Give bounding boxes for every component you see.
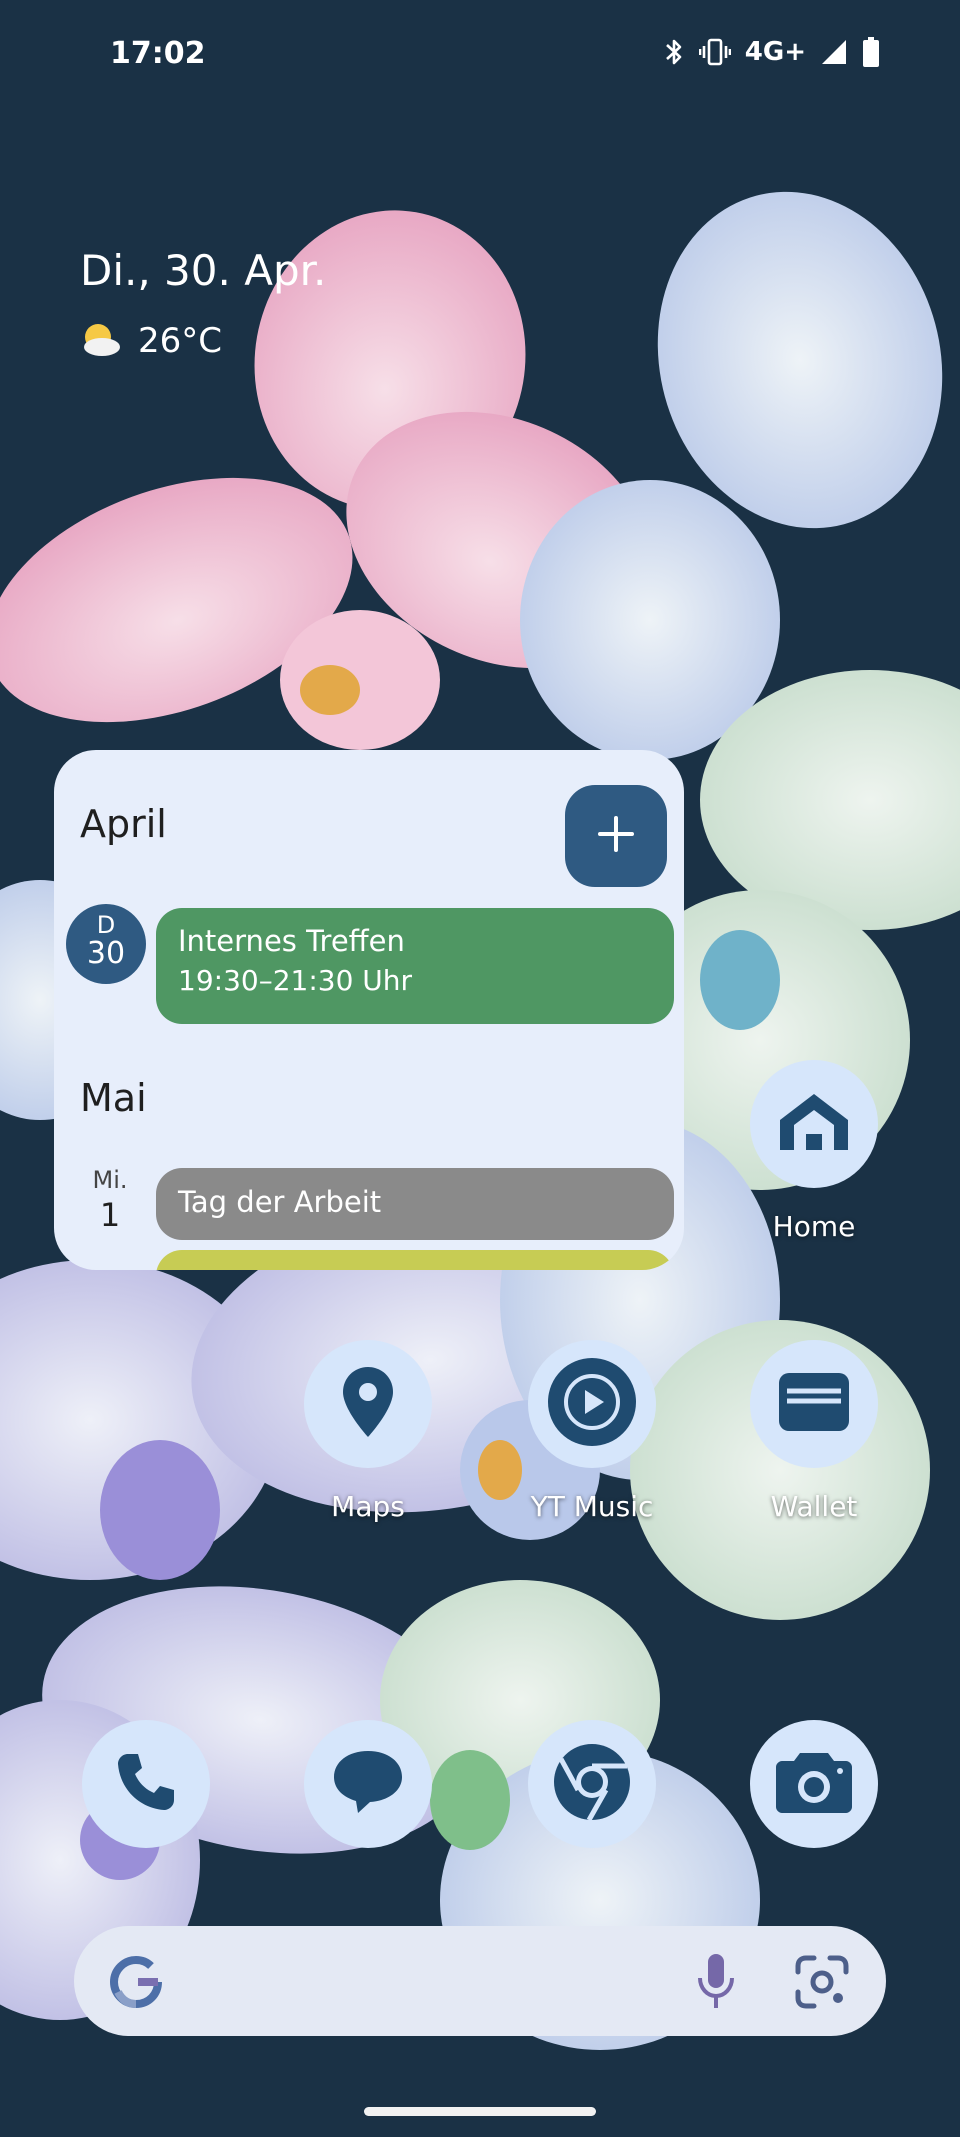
- partly-sunny-icon: [80, 320, 122, 362]
- dock-camera-circle[interactable]: [750, 1720, 878, 1848]
- day-of-week: D: [96, 911, 116, 939]
- day-number: 30: [86, 936, 126, 971]
- status-clock: 17:02: [110, 36, 206, 71]
- app-maps-circle[interactable]: [304, 1340, 432, 1468]
- phone-icon: [114, 1750, 178, 1818]
- add-event-button[interactable]: [565, 785, 667, 887]
- dock-messages-circle[interactable]: [304, 1720, 432, 1848]
- app-label: Wallet: [770, 1490, 858, 1523]
- dock-phone[interactable]: [76, 1720, 216, 1848]
- google-g-icon[interactable]: [108, 1954, 164, 2014]
- google-search-bar[interactable]: [74, 1926, 886, 2036]
- app-home[interactable]: Home: [744, 1060, 884, 1243]
- signal-icon: [820, 38, 848, 66]
- bluetooth-icon: [663, 37, 685, 67]
- event-partial[interactable]: [156, 1250, 674, 1270]
- app-home-circle[interactable]: [750, 1060, 878, 1188]
- dock-phone-circle[interactable]: [82, 1720, 210, 1848]
- glance-date[interactable]: Di., 30. Apr.: [80, 246, 326, 295]
- microphone-icon[interactable]: [694, 1952, 738, 2016]
- app-yt-music-circle[interactable]: [528, 1340, 656, 1468]
- calendar-widget[interactable]: April D 30 Internes Treffen 19:30–21:30 …: [54, 750, 684, 1270]
- event-time: 19:30–21:30 Uhr: [178, 964, 413, 997]
- dock-messages[interactable]: [298, 1720, 438, 1848]
- dock-chrome-circle[interactable]: [528, 1720, 656, 1848]
- map-pin-icon: [341, 1365, 395, 1443]
- day-number: 1: [99, 1196, 121, 1234]
- gesture-nav-bar[interactable]: [364, 2107, 596, 2116]
- app-maps[interactable]: Maps: [298, 1340, 438, 1523]
- app-label: Home: [772, 1210, 856, 1243]
- day-of-week: Mi.: [92, 1166, 128, 1194]
- chrome-icon: [551, 1741, 633, 1827]
- month-heading: April: [80, 802, 167, 846]
- play-circle-icon: [544, 1354, 640, 1454]
- app-label: Maps: [331, 1490, 405, 1523]
- battery-icon: [862, 36, 880, 68]
- event-title: Tag der Arbeit: [178, 1185, 382, 1219]
- dock-chrome[interactable]: [522, 1720, 662, 1848]
- status-icons: 4G+: [663, 36, 880, 68]
- glance-weather[interactable]: 26°C: [80, 320, 222, 362]
- dock-camera[interactable]: [744, 1720, 884, 1848]
- plus-icon: [596, 814, 636, 858]
- app-label: YT Music: [530, 1490, 654, 1523]
- app-wallet-circle[interactable]: [750, 1340, 878, 1468]
- event-title: Internes Treffen: [178, 924, 405, 958]
- event-internes-treffen[interactable]: Internes Treffen 19:30–21:30 Uhr: [156, 908, 674, 1024]
- today-badge: D 30: [66, 904, 146, 984]
- wallet-icon: [777, 1371, 851, 1437]
- app-yt-music[interactable]: YT Music: [522, 1340, 662, 1523]
- message-bubble-icon: [330, 1747, 406, 1821]
- weather-temperature: 26°C: [138, 321, 223, 361]
- app-wallet[interactable]: Wallet: [744, 1340, 884, 1523]
- home-icon: [776, 1090, 852, 1158]
- lens-icon[interactable]: [794, 1954, 850, 2014]
- event-tag-der-arbeit[interactable]: Tag der Arbeit: [156, 1168, 674, 1240]
- vibrate-icon: [698, 37, 731, 67]
- status-bar: 17:02 4G+: [0, 0, 960, 110]
- day-label: Mi. 1: [74, 1166, 146, 1234]
- network-type: 4G+: [744, 37, 806, 67]
- camera-icon: [774, 1749, 854, 1819]
- month-heading: Mai: [80, 1076, 147, 1120]
